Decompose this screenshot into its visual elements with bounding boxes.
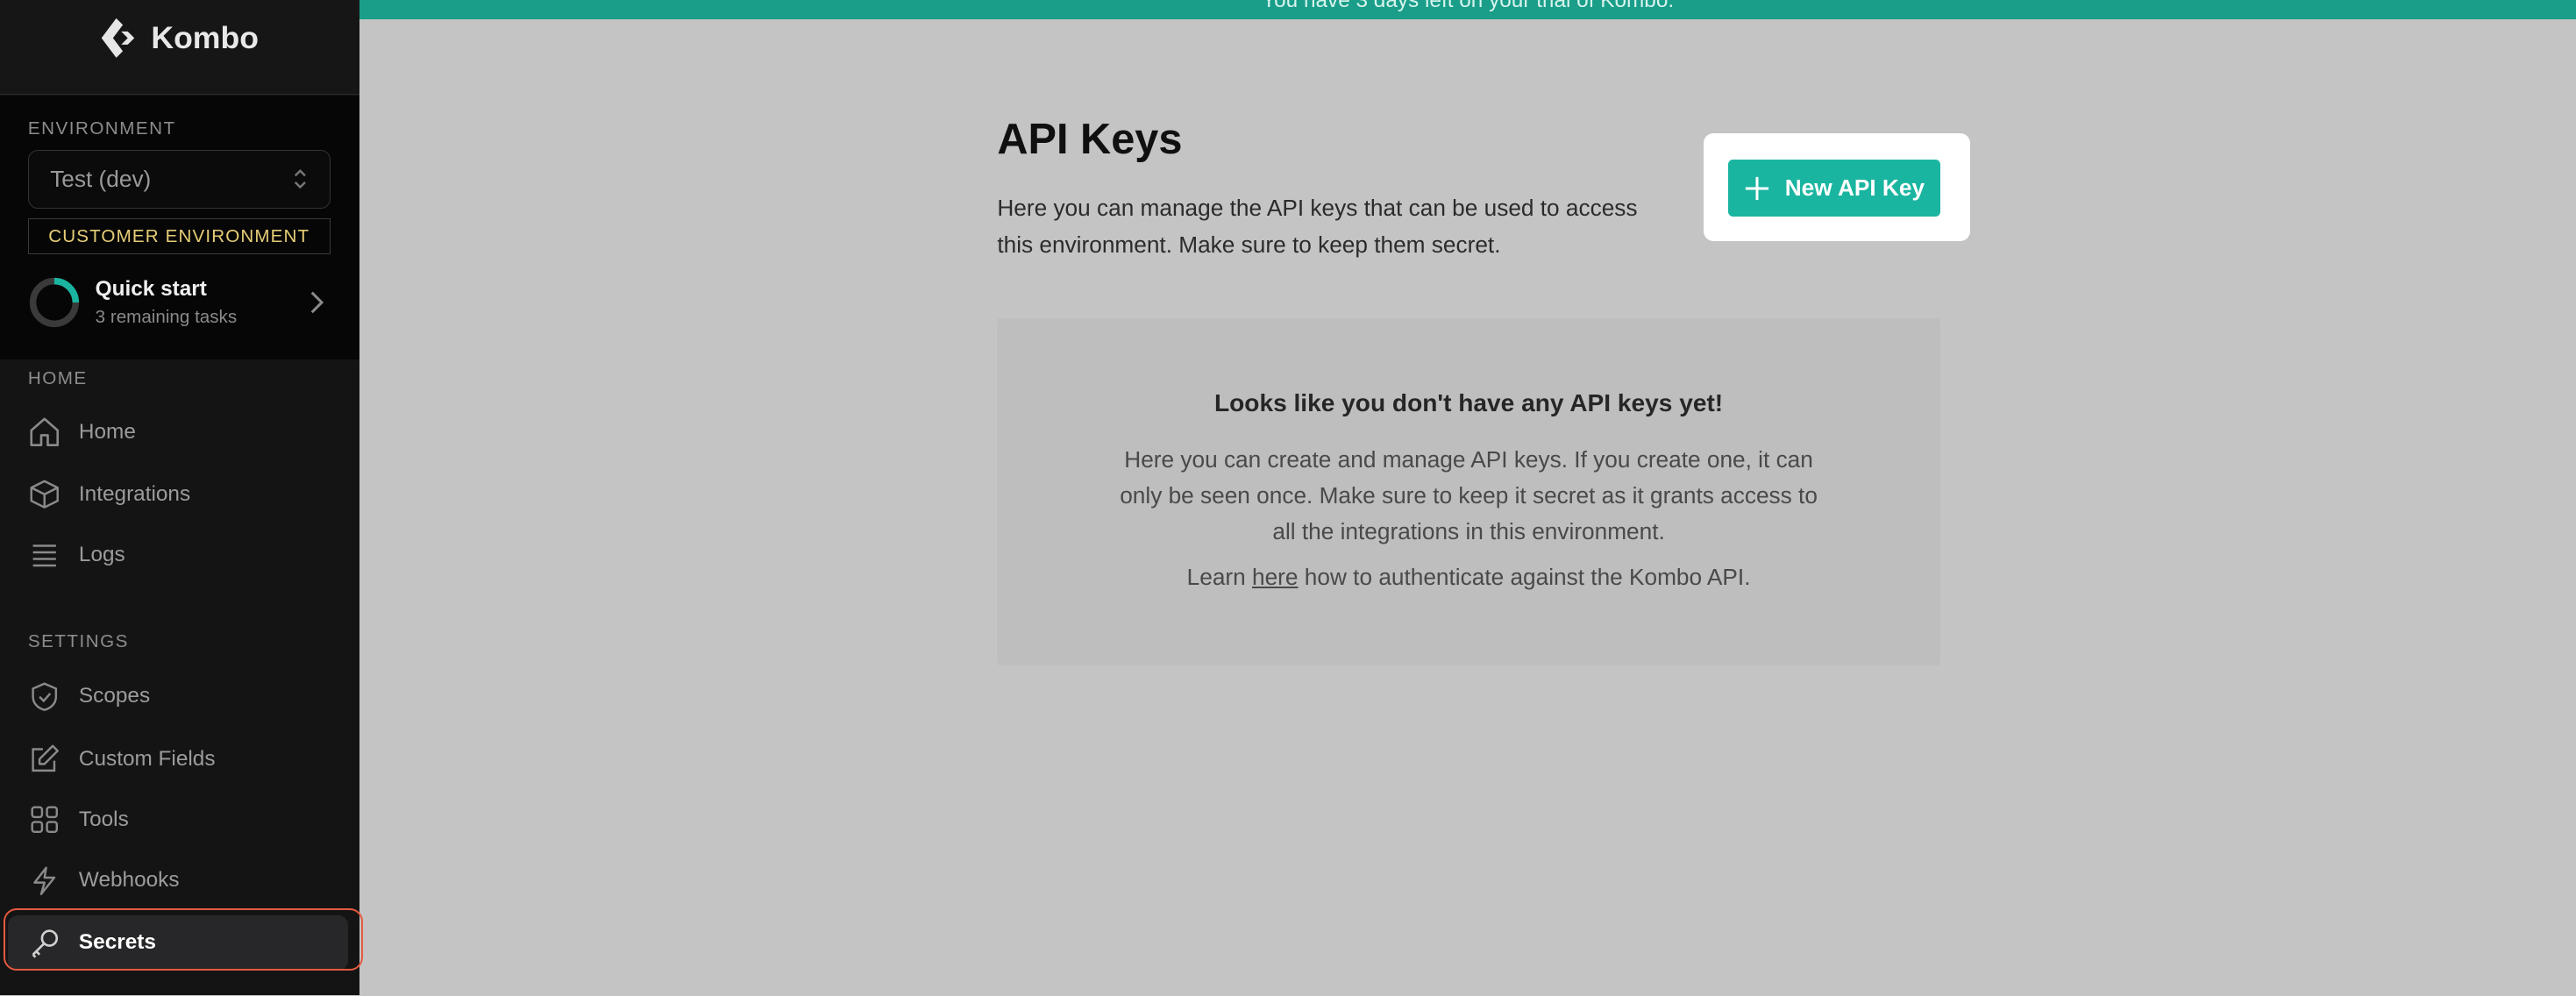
sidebar-item-scopes[interactable]: Scopes <box>28 675 150 718</box>
empty-state-learn: Learn here how to authenticate against t… <box>997 564 1940 591</box>
chevron-right-icon <box>310 291 324 314</box>
sidebar-item-label: Webhooks <box>78 868 180 893</box>
new-api-key-label: New API Key <box>1784 174 1925 202</box>
shield-check-icon <box>32 682 57 711</box>
settings-section-label: SETTINGS <box>27 630 129 651</box>
edit-icon <box>32 744 59 772</box>
environment-value: Test (dev) <box>50 165 152 192</box>
sidebar-item-custom-fields[interactable]: Custom Fields <box>28 737 216 780</box>
learn-suffix: how to authenticate against the Kombo AP… <box>1298 563 1751 590</box>
sidebar-item-label: Custom Fields <box>78 746 216 771</box>
environment-select[interactable]: Test (dev) <box>27 149 331 209</box>
progress-ring-icon <box>29 277 79 327</box>
sidebar-item-tools[interactable]: Tools <box>28 799 129 842</box>
home-icon <box>30 417 59 447</box>
empty-state-title: Looks like you don't have any API keys y… <box>1213 389 1724 417</box>
quick-start[interactable]: Quick start 3 remaining tasks <box>28 273 331 331</box>
kombo-logo-icon <box>102 18 135 58</box>
list-icon <box>32 544 56 566</box>
sidebar: Kombo ENVIRONMENT Test (dev) CUSTOMER EN… <box>0 0 364 996</box>
sidebar-item-label: Tools <box>78 807 129 831</box>
cube-icon <box>30 480 59 509</box>
page-title: API Keys <box>997 116 1183 164</box>
page-description: Here you can manage the API keys that ca… <box>997 195 1638 258</box>
bolt-icon <box>33 866 56 895</box>
plus-icon <box>1745 176 1768 200</box>
sidebar-item-webhooks[interactable]: Webhooks <box>28 859 180 902</box>
home-section-label: HOME <box>27 367 88 388</box>
sidebar-item-label: Logs <box>78 543 125 567</box>
new-api-key-button[interactable]: New API Key <box>1728 159 1940 217</box>
trial-banner: You have 3 days left on your trial of Ko… <box>359 0 2576 20</box>
sidebar-item-label: Scopes <box>78 684 151 708</box>
chevron-up-down-icon <box>294 169 306 189</box>
customer-environment-badge: CUSTOMER ENVIRONMENT <box>27 218 331 255</box>
selection-highlight <box>3 908 364 971</box>
sidebar-item-logs[interactable]: Logs <box>28 534 125 577</box>
brand-logo[interactable]: Kombo <box>98 17 259 60</box>
empty-state-card: Looks like you don't have any API keys y… <box>997 318 1940 665</box>
sidebar-item-integrations[interactable]: Integrations <box>28 473 190 516</box>
logo-bar: Kombo <box>0 0 360 95</box>
learn-here-link[interactable]: here <box>1252 564 1298 590</box>
brand-name: Kombo <box>151 19 259 55</box>
learn-prefix: Learn <box>1186 563 1253 590</box>
environment-label: ENVIRONMENT <box>27 117 176 139</box>
trial-banner-text: You have 3 days left on your trial of Ko… <box>1262 0 1675 12</box>
grid-icon <box>31 806 58 834</box>
sidebar-item-label: Integrations <box>78 481 191 506</box>
quick-start-title: Quick start <box>95 276 207 301</box>
new-api-key-button-container: New API Key <box>1704 132 1970 242</box>
quick-start-subtitle: 3 remaining tasks <box>95 306 238 327</box>
empty-state-body: Here you can create and manage API keys.… <box>1120 446 1818 545</box>
sidebar-item-home[interactable]: Home <box>28 410 136 453</box>
sidebar-item-label: Home <box>78 419 136 444</box>
